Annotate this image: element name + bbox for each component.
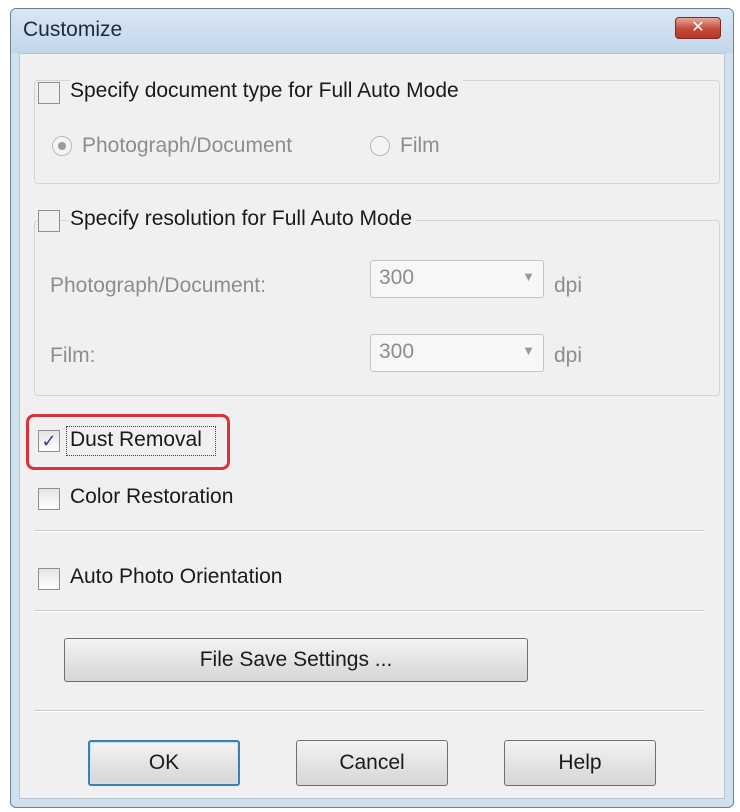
check-icon: ✓ <box>41 431 57 451</box>
chevron-down-icon: ▼ <box>522 343 535 358</box>
film-resolution-unit: dpi <box>554 344 583 367</box>
dust-removal-label: Dust Removal <box>70 428 202 451</box>
dialog-title: Customize <box>23 18 123 41</box>
film-resolution-value: 300 <box>379 340 415 363</box>
film-resolution-select[interactable]: 300 ▼ <box>370 334 544 372</box>
photo-doc-resolution-value: 300 <box>379 266 415 289</box>
customize-dialog: Customize ✕ Specify document type for Fu… <box>10 8 734 808</box>
doc-type-checkbox-label: Specify document type for Full Auto Mode <box>70 79 463 103</box>
close-button[interactable]: ✕ <box>675 17 721 39</box>
resolution-checkbox[interactable] <box>38 210 60 232</box>
help-button-label: Help <box>558 751 602 774</box>
close-icon: ✕ <box>691 19 705 36</box>
chevron-down-icon: ▼ <box>522 269 535 284</box>
file-save-settings-button[interactable]: File Save Settings ... <box>64 638 528 682</box>
auto-photo-orientation-label: Auto Photo Orientation <box>70 565 283 588</box>
auto-photo-orientation-checkbox[interactable] <box>38 568 60 590</box>
separator <box>34 710 704 712</box>
cancel-button[interactable]: Cancel <box>296 740 448 786</box>
file-save-settings-label: File Save Settings ... <box>199 648 393 671</box>
cancel-button-label: Cancel <box>339 751 405 774</box>
dialog-body: Specify document type for Full Auto Mode… <box>19 53 725 799</box>
radio-selected-dot <box>58 142 66 150</box>
ok-button-label: OK <box>148 751 180 774</box>
dust-removal-checkbox[interactable]: ✓ <box>38 430 60 452</box>
resolution-checkbox-label: Specify resolution for Full Auto Mode <box>70 207 417 231</box>
color-restoration-label: Color Restoration <box>70 485 234 508</box>
radio-photograph-document[interactable] <box>52 136 72 156</box>
photo-doc-resolution-unit: dpi <box>554 274 583 297</box>
radio-film-label: Film <box>400 134 440 157</box>
radio-photograph-document-label: Photograph/Document <box>82 134 293 157</box>
separator <box>34 610 704 612</box>
ok-button[interactable]: OK <box>88 740 240 786</box>
photo-doc-resolution-select[interactable]: 300 ▼ <box>370 260 544 298</box>
color-restoration-checkbox[interactable] <box>38 488 60 510</box>
film-resolution-label: Film: <box>50 344 96 367</box>
help-button[interactable]: Help <box>504 740 656 786</box>
doc-type-checkbox[interactable] <box>38 82 60 104</box>
separator <box>34 530 704 532</box>
photo-doc-resolution-label: Photograph/Document: <box>50 274 266 297</box>
title-bar[interactable]: Customize ✕ <box>11 9 733 53</box>
radio-film[interactable] <box>370 136 390 156</box>
